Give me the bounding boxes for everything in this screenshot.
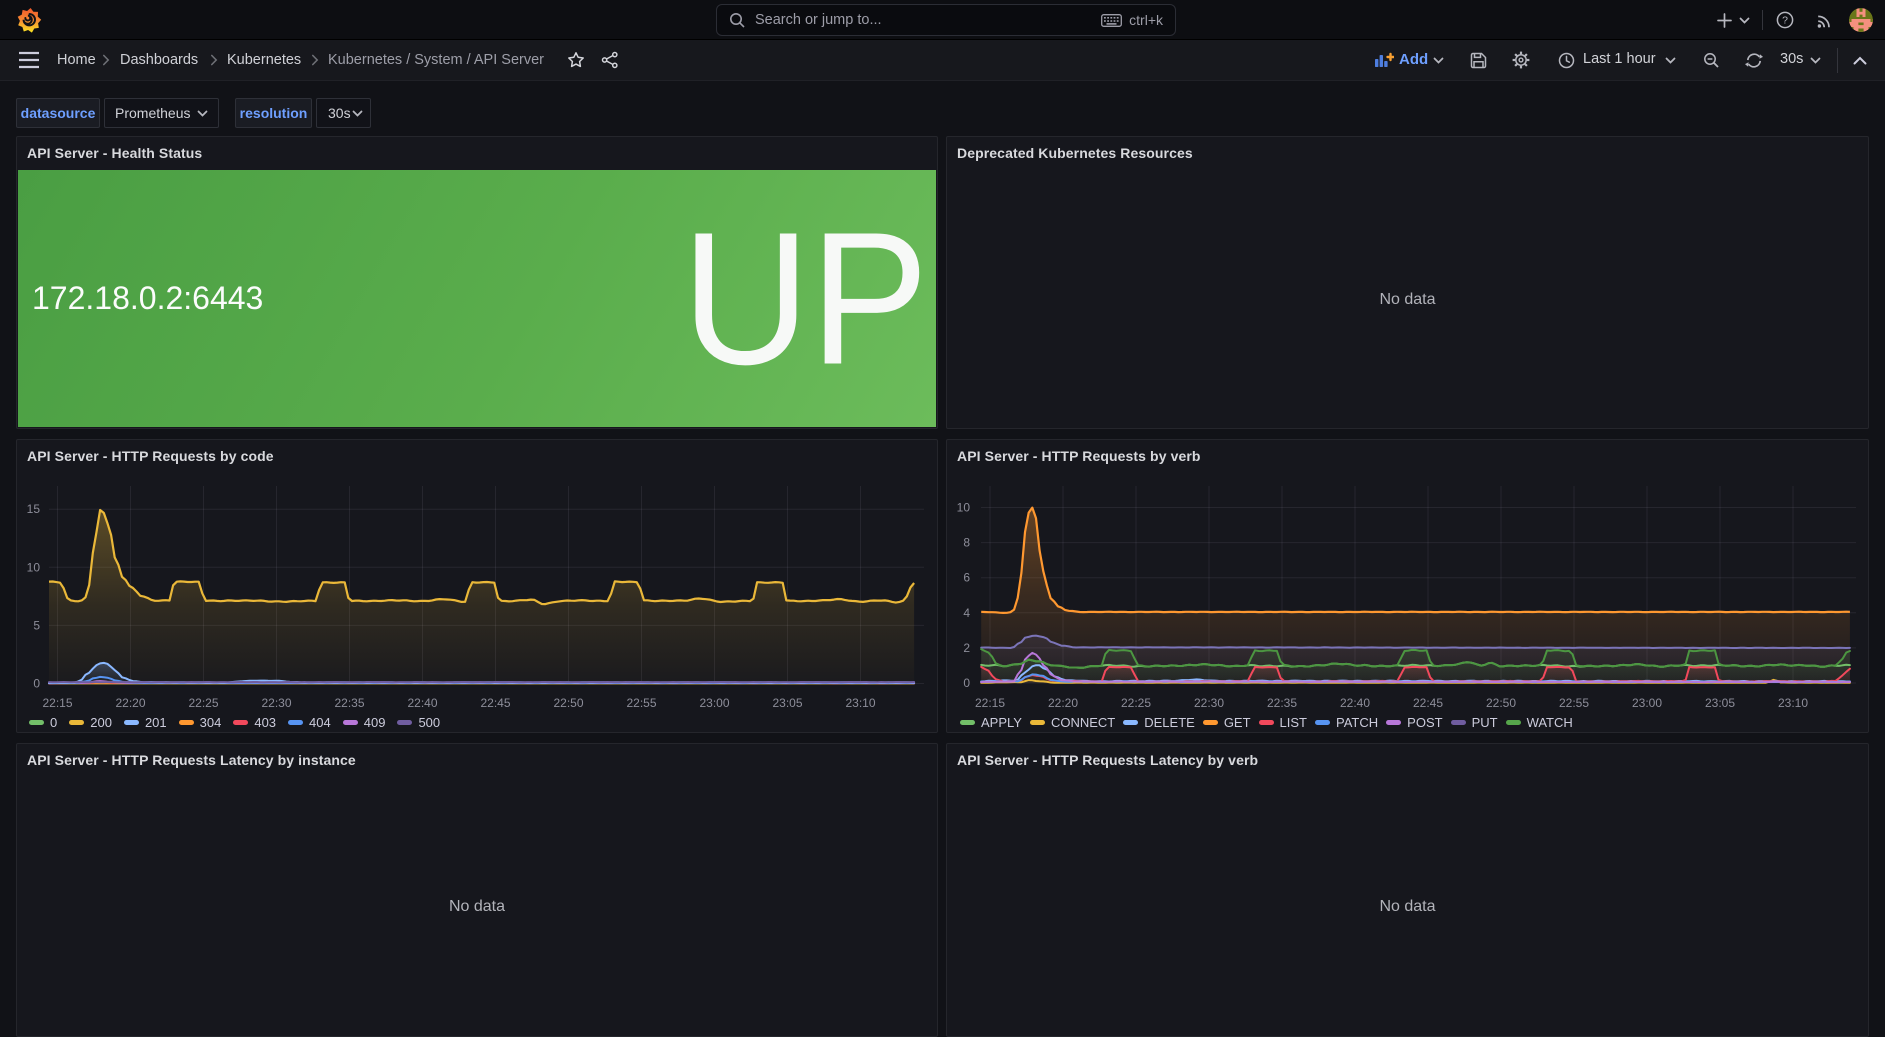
svg-text:23:00: 23:00: [699, 696, 729, 710]
svg-text:22:40: 22:40: [407, 696, 437, 710]
svg-text:23:05: 23:05: [772, 696, 802, 710]
svg-text:0: 0: [33, 677, 40, 691]
svg-text:22:35: 22:35: [1267, 696, 1297, 710]
svg-text:10: 10: [27, 560, 41, 574]
svg-text:6: 6: [963, 571, 970, 585]
svg-text:22:30: 22:30: [1194, 696, 1224, 710]
svg-text:23:10: 23:10: [845, 696, 875, 710]
svg-text:5: 5: [33, 618, 40, 632]
svg-text:22:15: 22:15: [42, 696, 72, 710]
svg-text:8: 8: [963, 536, 970, 550]
svg-text:22:25: 22:25: [188, 696, 218, 710]
svg-text:23:05: 23:05: [1705, 696, 1735, 710]
svg-text:23:10: 23:10: [1778, 696, 1808, 710]
svg-text:22:55: 22:55: [1559, 696, 1589, 710]
svg-text:2: 2: [963, 641, 970, 655]
svg-text:22:30: 22:30: [261, 696, 291, 710]
svg-text:0: 0: [963, 676, 970, 690]
svg-text:?: ?: [1782, 15, 1788, 27]
svg-text:15: 15: [27, 502, 41, 516]
svg-text:23:00: 23:00: [1632, 696, 1662, 710]
svg-text:10: 10: [957, 501, 971, 515]
svg-text:22:15: 22:15: [975, 696, 1005, 710]
svg-text:22:50: 22:50: [553, 696, 583, 710]
svg-text:22:50: 22:50: [1486, 696, 1516, 710]
svg-text:22:45: 22:45: [1413, 696, 1443, 710]
svg-text:22:45: 22:45: [480, 696, 510, 710]
svg-text:22:20: 22:20: [1048, 696, 1078, 710]
svg-text:22:20: 22:20: [115, 696, 145, 710]
svg-text:22:55: 22:55: [626, 696, 656, 710]
svg-text:4: 4: [963, 606, 970, 620]
svg-text:22:35: 22:35: [334, 696, 364, 710]
svg-text:22:40: 22:40: [1340, 696, 1370, 710]
svg-text:22:25: 22:25: [1121, 696, 1151, 710]
